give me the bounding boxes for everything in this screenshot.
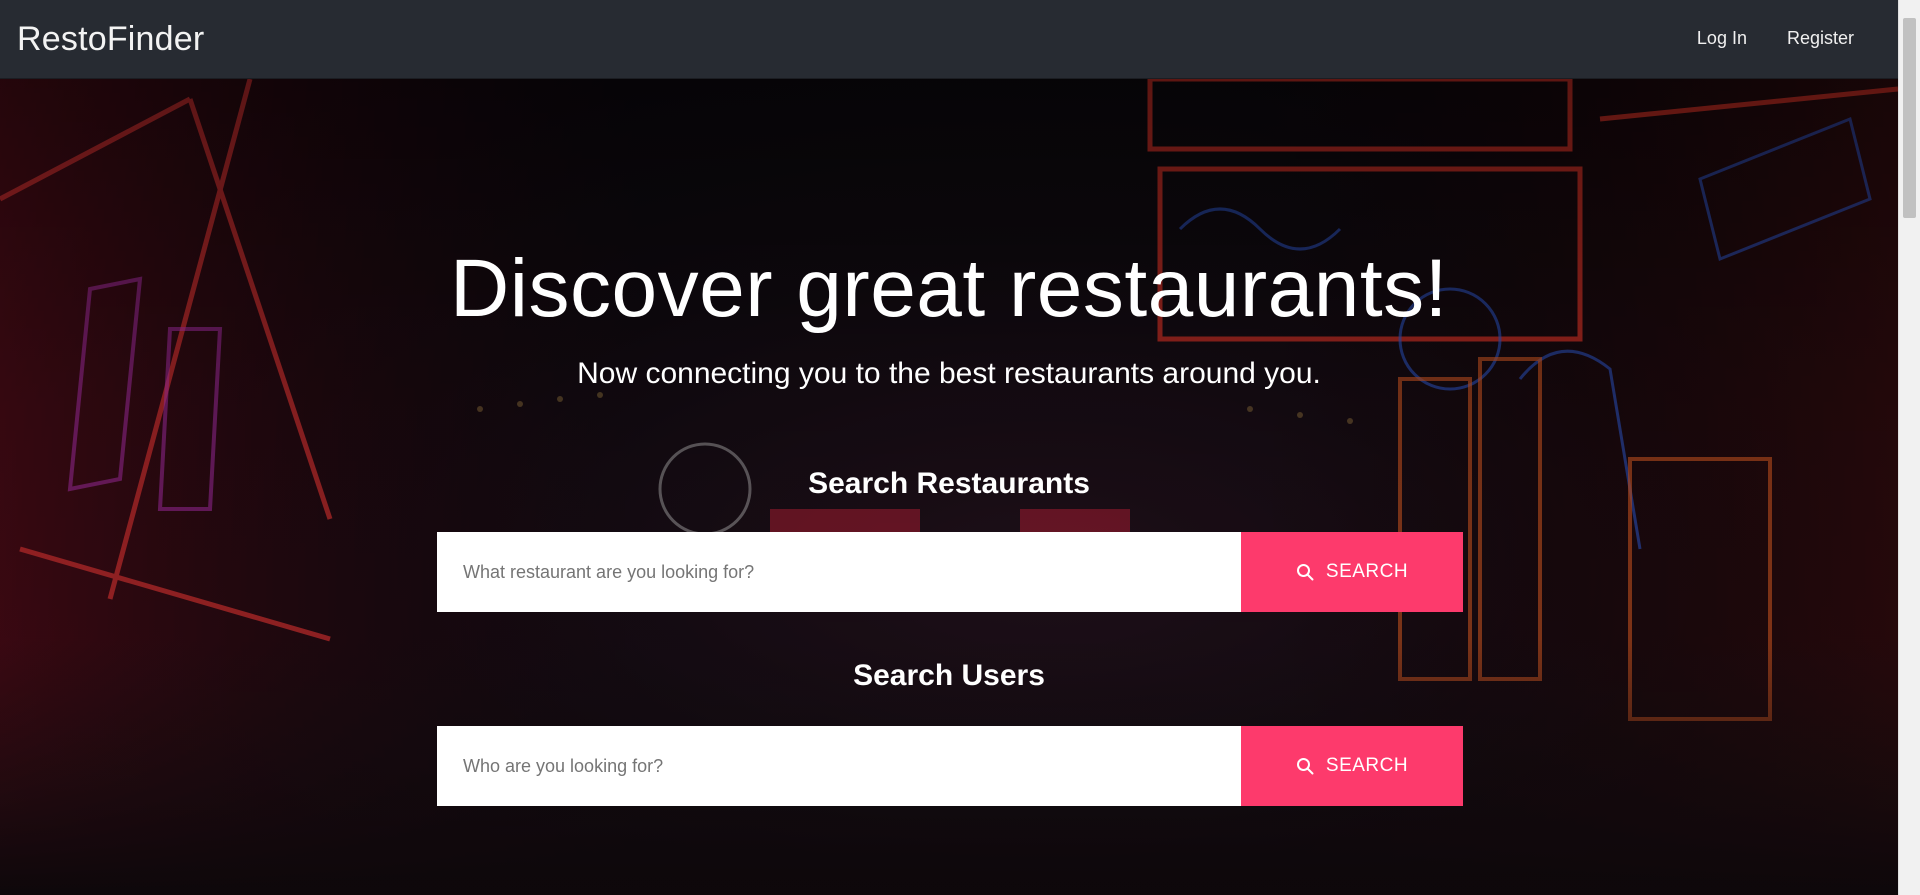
search-icon (1296, 757, 1314, 775)
restaurant-search-button[interactable]: SEARCH (1241, 532, 1463, 612)
brand-logo[interactable]: RestoFinder (17, 18, 204, 60)
user-search-label: Search Users (853, 659, 1045, 692)
user-search-button-label: SEARCH (1325, 755, 1409, 776)
register-link[interactable]: Register (1787, 26, 1854, 50)
navbar: RestoFinder Log In Register (0, 0, 1898, 79)
page-scrollbar[interactable] (1898, 0, 1920, 895)
nav-links: Log In Register (1697, 26, 1854, 50)
login-link[interactable]: Log In (1697, 26, 1747, 50)
hero-section: Discover great restaurants! Now connecti… (0, 79, 1898, 895)
restaurant-search-label: Search Restaurants (808, 467, 1090, 500)
user-search-button[interactable]: SEARCH (1241, 726, 1463, 806)
restaurant-search-input[interactable] (437, 532, 1241, 612)
restaurant-search-button-label: SEARCH (1325, 561, 1409, 582)
hero-subtitle: Now connecting you to the best restauran… (577, 357, 1321, 390)
user-search-input[interactable] (437, 726, 1241, 806)
user-search-form: SEARCH (437, 726, 1463, 806)
scrollbar-thumb[interactable] (1903, 18, 1916, 218)
search-icon (1296, 563, 1314, 581)
restaurant-search-form: SEARCH (437, 532, 1463, 612)
page: RestoFinder Log In Register Discover gre… (0, 0, 1920, 895)
hero-title: Discover great restaurants! (450, 243, 1448, 334)
